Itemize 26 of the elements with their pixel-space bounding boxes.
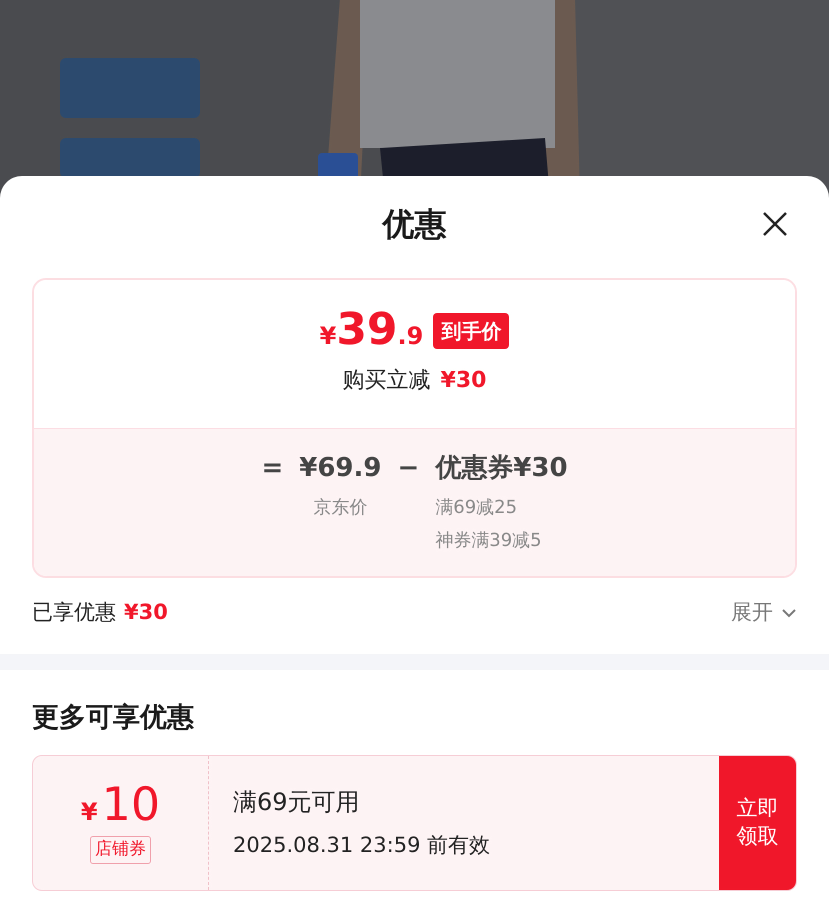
coupon-validity: 2025.08.31 23:59 前有效	[233, 832, 492, 859]
coupon-tag: 店铺券	[90, 836, 151, 864]
coupon-condition: 满69元可用	[233, 786, 361, 818]
claim-button[interactable]: 立即领取	[719, 756, 796, 890]
sheet-title: 优惠	[382, 204, 446, 245]
equals-sign: =	[261, 452, 284, 485]
base-price-label: 京东价	[313, 496, 368, 520]
expand-button[interactable]: 展开	[731, 597, 797, 629]
coupon-total: 优惠券¥30	[435, 452, 568, 485]
section-title: 更多可享优惠	[32, 701, 195, 735]
final-price: 39	[336, 308, 398, 352]
currency-sign: ¥	[320, 321, 336, 352]
final-price-decimal: .9	[398, 321, 424, 352]
coupon-currency: ¥	[80, 797, 98, 828]
close-icon	[761, 210, 789, 238]
saving-amount: ¥30	[440, 367, 486, 395]
coupon-amount: 10	[102, 781, 160, 828]
saving-label: 购买立减	[342, 367, 431, 395]
minus-sign: −	[397, 452, 420, 485]
coupon-rule: 神券满39减5	[435, 529, 543, 553]
close-button[interactable]	[761, 210, 789, 238]
base-price: ¥69.9	[299, 452, 382, 485]
final-price-tag: 到手价	[433, 313, 510, 349]
enjoyed-amount: ¥30	[124, 599, 168, 626]
coupon-rule: 满69减25	[435, 496, 518, 520]
enjoyed-label: 已享优惠	[32, 599, 116, 626]
